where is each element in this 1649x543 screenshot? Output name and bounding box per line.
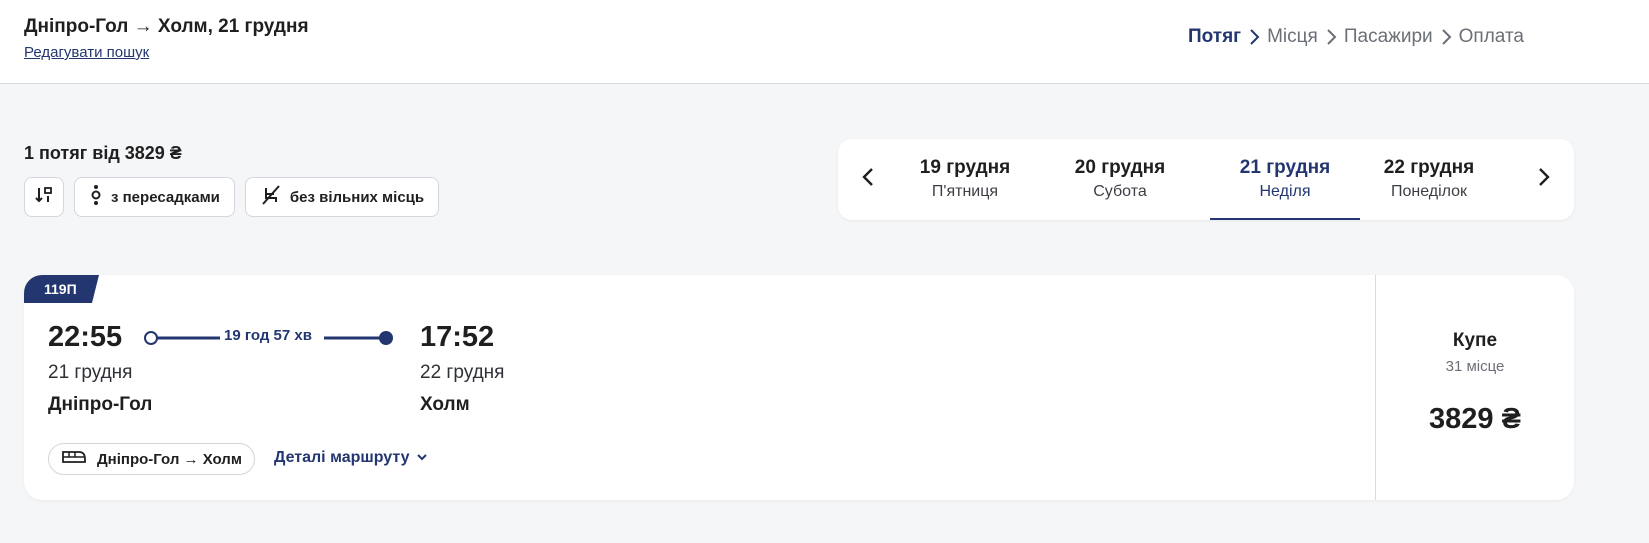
transfers-filter-label: з пересадками <box>111 188 220 206</box>
arrival-time: 17:52 <box>420 321 495 353</box>
sort-icon <box>34 185 54 209</box>
step-seats: Місця <box>1267 26 1318 47</box>
edit-search-link[interactable]: Редагувати пошук <box>24 44 149 61</box>
date-tab-date: 21 грудня <box>1239 157 1331 178</box>
route-title: Дніпро-Гол → Холм, 21 грудня <box>24 16 309 37</box>
available-seats: 31 місце <box>1445 358 1505 375</box>
seat-off-icon <box>260 184 282 210</box>
step-passengers: Пасажири <box>1343 26 1433 47</box>
date-tab-weekday: Понеділок <box>1390 183 1468 200</box>
filter-bar: з пересадками без вільних місць <box>24 177 440 217</box>
transfer-stop-icon <box>89 184 103 210</box>
route-details-label: Деталі маршруту <box>274 449 410 466</box>
sort-button[interactable] <box>24 177 64 217</box>
arrival-date: 22 грудня <box>420 362 505 383</box>
booking-steps: Потяг Місця Пасажири Оплата <box>1188 26 1524 48</box>
chevron-right-icon <box>1241 28 1267 46</box>
chevron-right-icon <box>1537 166 1551 193</box>
chevron-right-icon <box>1433 28 1459 46</box>
route-details-button[interactable]: Деталі маршруту <box>274 449 428 467</box>
step-train[interactable]: Потяг <box>1188 26 1241 48</box>
date-tab-date: 19 грудня <box>919 157 1011 178</box>
route-chip: Дніпро-Гол → Холм <box>48 443 255 475</box>
date-tab-weekday: П'ятниця <box>931 183 999 200</box>
next-date-button[interactable] <box>1524 139 1564 220</box>
route-chip-label: Дніпро-Гол → Холм <box>97 450 242 468</box>
date-tab-19[interactable]: 19 грудня П'ятниця <box>890 139 1040 220</box>
chevron-right-icon <box>1318 28 1344 46</box>
departure-time: 22:55 <box>48 321 123 353</box>
trip-duration: 19 год 57 хв <box>224 327 312 344</box>
departure-date: 21 грудня <box>48 362 133 383</box>
ticket-price: 3829 ₴ <box>1429 403 1521 435</box>
date-tab-weekday: Субота <box>1093 183 1147 200</box>
previous-date-button[interactable] <box>848 139 888 220</box>
date-tab-weekday: Неділя <box>1259 183 1311 200</box>
departure-station: Дніпро-Гол <box>48 394 153 415</box>
coupe-class-option[interactable]: Купе 31 місце 3829 ₴ <box>1376 275 1574 500</box>
date-tab-date: 20 грудня <box>1074 157 1166 178</box>
date-tab-22[interactable]: 22 грудня Понеділок <box>1354 139 1504 220</box>
chevron-down-icon <box>416 449 428 467</box>
arrival-station: Холм <box>420 394 470 415</box>
train-icon <box>61 449 87 469</box>
no-seats-filter-button[interactable]: без вільних місць <box>244 177 440 217</box>
train-number: 119П <box>44 281 77 297</box>
class-name: Купе <box>1452 330 1498 351</box>
train-card: 119П 22:55 21 грудня Дніпро-Гол 19 год 5… <box>24 275 1574 500</box>
step-payment: Оплата <box>1458 26 1524 47</box>
date-tab-20[interactable]: 20 грудня Субота <box>1045 139 1195 220</box>
no-seats-filter-label: без вільних місць <box>289 188 425 206</box>
top-bar: Дніпро-Гол → Холм, 21 грудня Редагувати … <box>0 0 1649 84</box>
date-selector: 19 грудня П'ятниця 20 грудня Субота 21 г… <box>838 139 1574 220</box>
train-number-badge: 119П <box>24 275 99 310</box>
date-tab-21[interactable]: 21 грудня Неділя <box>1210 139 1360 220</box>
date-tab-date: 22 грудня <box>1383 157 1475 178</box>
chevron-left-icon <box>861 166 875 193</box>
transfers-filter-button[interactable]: з пересадками <box>74 177 235 217</box>
results-summary: 1 потяг від 3829 ₴ <box>24 143 182 163</box>
